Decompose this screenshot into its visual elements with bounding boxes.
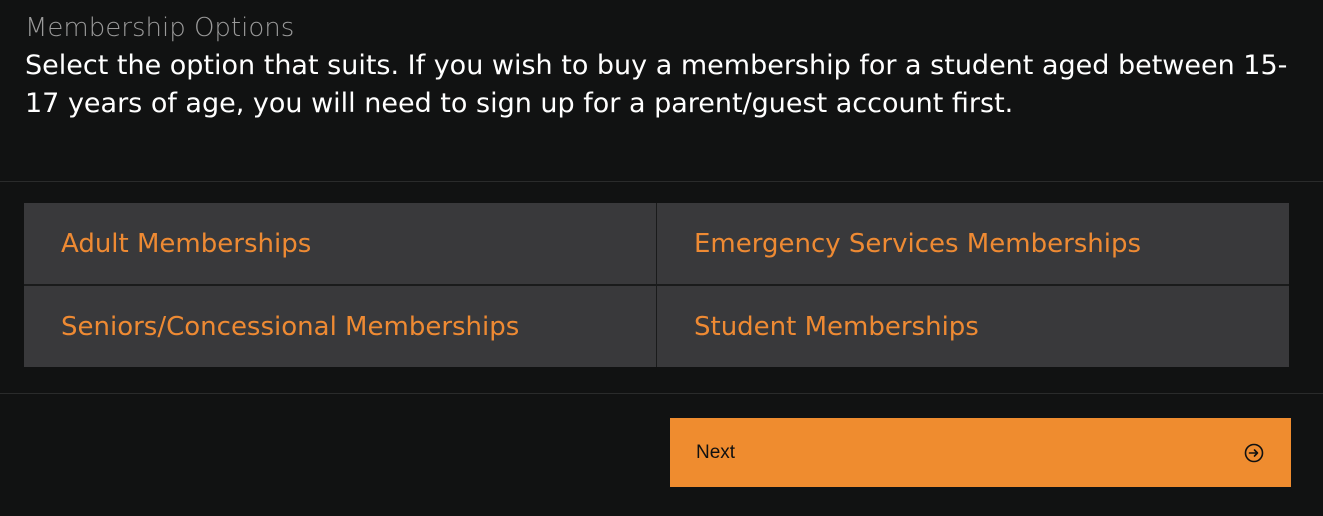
- option-seniors-concessional-memberships[interactable]: Seniors/Concessional Memberships: [24, 286, 656, 367]
- intro-text: Select the option that suits. If you wis…: [25, 50, 1288, 119]
- option-student-memberships[interactable]: Student Memberships: [657, 286, 1289, 367]
- next-button[interactable]: Next: [670, 418, 1291, 487]
- option-emergency-services-memberships[interactable]: Emergency Services Memberships: [657, 203, 1289, 284]
- section-title: Membership Options: [25, 13, 295, 43]
- membership-header: Membership Options Select the option tha…: [25, 10, 1305, 123]
- top-divider: [0, 181, 1323, 182]
- arrow-circle-right-icon: [1243, 442, 1265, 464]
- bottom-divider: [0, 393, 1323, 394]
- option-adult-memberships[interactable]: Adult Memberships: [24, 203, 656, 284]
- membership-options-grid: Adult Memberships Emergency Services Mem…: [24, 203, 1289, 367]
- next-button-label: Next: [696, 441, 736, 463]
- membership-options-page: Membership Options Select the option tha…: [0, 0, 1323, 516]
